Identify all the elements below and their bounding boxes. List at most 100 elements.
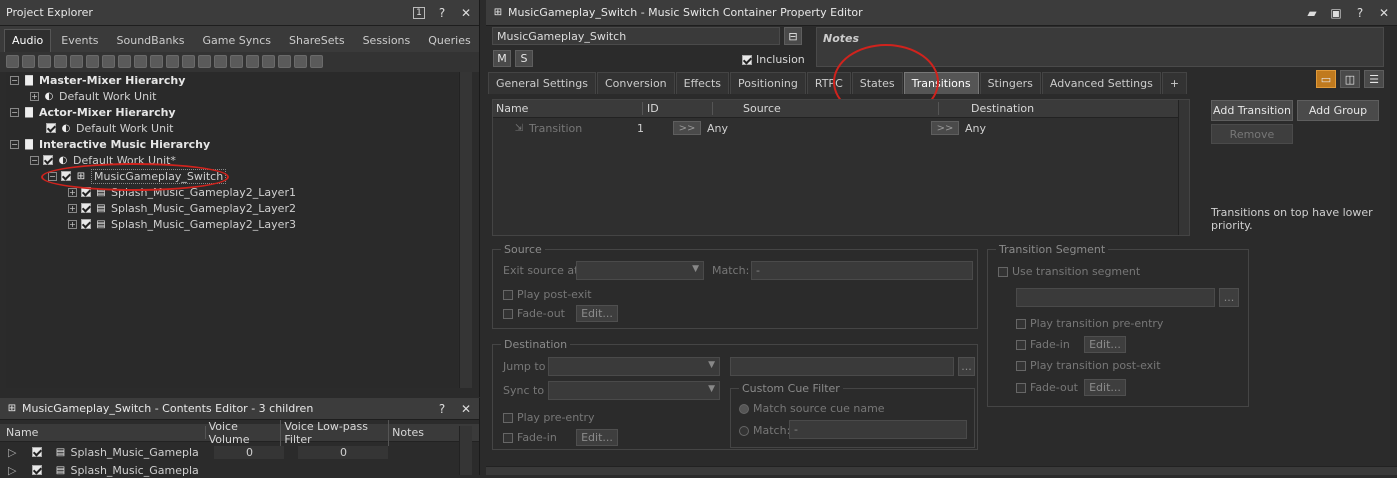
segment-fade-out-option[interactable]: Fade-out bbox=[1016, 381, 1078, 394]
expand-icon[interactable]: ▷ bbox=[8, 446, 16, 459]
segment-fade-in-edit-button[interactable]: Edit... bbox=[1084, 336, 1126, 353]
play-transition-pre-entry-option[interactable]: Play transition pre-entry bbox=[1016, 317, 1163, 330]
collapse-icon[interactable]: − bbox=[10, 107, 19, 117]
explorer-scrollbar[interactable] bbox=[459, 72, 472, 388]
source-match-field[interactable]: - bbox=[751, 261, 973, 280]
destination-fade-edit-button[interactable]: Edit... bbox=[576, 429, 618, 446]
toolbar-button[interactable] bbox=[70, 55, 83, 68]
toolbar-button[interactable] bbox=[118, 55, 131, 68]
checkbox[interactable] bbox=[503, 433, 513, 443]
checkbox[interactable] bbox=[1016, 340, 1026, 350]
tab-positioning[interactable]: Positioning bbox=[730, 72, 806, 94]
toolbar-button[interactable] bbox=[86, 55, 99, 68]
add-group-button[interactable]: Add Group bbox=[1297, 100, 1379, 121]
close-icon[interactable]: ✕ bbox=[1377, 6, 1391, 20]
toolbar-button[interactable] bbox=[38, 55, 51, 68]
destination-fade-in-option[interactable]: Fade-in bbox=[503, 431, 557, 444]
object-name-field[interactable]: MusicGameplay_Switch bbox=[492, 27, 780, 45]
table-row[interactable]: ▷ ▤ Splash_Music_Gameplay... bbox=[0, 462, 479, 478]
tab-effects[interactable]: Effects bbox=[675, 72, 730, 94]
toolbar-button[interactable] bbox=[166, 55, 179, 68]
sync-to-dropdown[interactable]: ▼ bbox=[548, 381, 720, 400]
help-icon[interactable]: ? bbox=[435, 6, 449, 20]
contents-scrollbar[interactable] bbox=[459, 426, 472, 475]
destination-picker-button[interactable]: >> bbox=[931, 121, 959, 135]
transitions-scrollbar[interactable] bbox=[1178, 100, 1189, 235]
source-fade-out-option[interactable]: Fade-out bbox=[503, 307, 565, 320]
toolbar-button[interactable] bbox=[214, 55, 227, 68]
layout-rows-icon[interactable]: ☰ bbox=[1364, 70, 1384, 88]
play-post-exit-option[interactable]: Play post-exit bbox=[503, 288, 592, 301]
tab-conversion[interactable]: Conversion bbox=[596, 72, 675, 94]
add-tab-button[interactable]: + bbox=[1161, 72, 1188, 94]
toolbar-button[interactable] bbox=[134, 55, 147, 68]
tab-sharesets[interactable]: ShareSets bbox=[281, 29, 353, 52]
tab-stingers[interactable]: Stingers bbox=[979, 72, 1041, 94]
match-cue-option[interactable]: Match: bbox=[739, 424, 790, 437]
checkbox[interactable] bbox=[1016, 319, 1026, 329]
checkbox[interactable] bbox=[1016, 383, 1026, 393]
toolbar-button[interactable] bbox=[246, 55, 259, 68]
expand-icon[interactable]: + bbox=[68, 219, 77, 229]
mute-button[interactable]: M bbox=[493, 50, 511, 67]
tab-events[interactable]: Events bbox=[53, 29, 106, 52]
close-icon[interactable]: ✕ bbox=[459, 6, 473, 20]
radio[interactable] bbox=[739, 425, 749, 436]
inclusion-checkbox[interactable] bbox=[742, 54, 752, 65]
tree-item-layer3[interactable]: + ▤ Splash_Music_Gameplay2_Layer3 bbox=[6, 216, 458, 232]
include-checkbox[interactable] bbox=[46, 123, 56, 133]
jump-browse-button[interactable]: ... bbox=[958, 357, 975, 376]
include-checkbox[interactable] bbox=[32, 447, 43, 457]
tab-queries[interactable]: Queries bbox=[420, 29, 478, 52]
checkbox[interactable] bbox=[503, 290, 513, 300]
segment-browse-button[interactable]: ... bbox=[1219, 288, 1239, 307]
tab-game-syncs[interactable]: Game Syncs bbox=[195, 29, 280, 52]
link-button[interactable]: ⊟ bbox=[784, 27, 802, 45]
toolbar-button[interactable] bbox=[182, 55, 195, 68]
tab-sessions[interactable]: Sessions bbox=[355, 29, 419, 52]
toolbar-button[interactable] bbox=[230, 55, 243, 68]
cue-match-field[interactable]: - bbox=[789, 420, 967, 439]
segment-fade-out-edit-button[interactable]: Edit... bbox=[1084, 379, 1126, 396]
tree-item-master-wu[interactable]: + ◐ Default Work Unit bbox=[6, 88, 458, 104]
tree-item-actor[interactable]: − ▇ Actor-Mixer Hierarchy bbox=[6, 104, 458, 120]
expand-icon[interactable]: + bbox=[68, 187, 77, 197]
tree-item-interactive[interactable]: − ▇ Interactive Music Hierarchy bbox=[6, 136, 458, 152]
folder-icon[interactable]: ▰ bbox=[1305, 6, 1319, 20]
jump-to-cue-field[interactable] bbox=[730, 357, 954, 376]
include-checkbox[interactable] bbox=[32, 465, 43, 475]
jump-to-dropdown[interactable]: ▼ bbox=[548, 357, 720, 376]
help-icon[interactable]: ? bbox=[435, 402, 449, 416]
toolbar-button[interactable] bbox=[198, 55, 211, 68]
layout-columns-icon[interactable]: ◫ bbox=[1340, 70, 1360, 88]
toolbar-button[interactable] bbox=[294, 55, 307, 68]
toolbar-button[interactable] bbox=[22, 55, 35, 68]
expand-icon[interactable]: + bbox=[68, 203, 77, 213]
collapse-icon[interactable]: − bbox=[30, 155, 39, 165]
remove-button[interactable]: Remove bbox=[1211, 124, 1293, 144]
play-transition-post-exit-option[interactable]: Play transition post-exit bbox=[1016, 359, 1161, 372]
toolbar-button[interactable] bbox=[102, 55, 115, 68]
segment-field[interactable] bbox=[1016, 288, 1215, 307]
toolbar-button[interactable] bbox=[6, 55, 19, 68]
toolbar-button[interactable] bbox=[310, 55, 323, 68]
use-transition-segment-option[interactable]: Use transition segment bbox=[998, 265, 1140, 278]
transition-row[interactable]: ⇲ Transition 1 >> Any >> Any bbox=[493, 118, 1189, 138]
close-icon[interactable]: ✕ bbox=[459, 402, 473, 416]
checkbox[interactable] bbox=[998, 267, 1008, 277]
source-picker-button[interactable]: >> bbox=[673, 121, 701, 135]
add-transition-button[interactable]: Add Transition bbox=[1211, 100, 1293, 121]
checkbox[interactable] bbox=[503, 309, 513, 319]
radio[interactable] bbox=[739, 403, 749, 414]
toolbar-button[interactable] bbox=[262, 55, 275, 68]
tree-item-layer2[interactable]: + ▤ Splash_Music_Gameplay2_Layer2 bbox=[6, 200, 458, 216]
save-icon[interactable]: ▣ bbox=[1329, 6, 1343, 20]
toolbar-button[interactable] bbox=[150, 55, 163, 68]
play-pre-entry-option[interactable]: Play pre-entry bbox=[503, 411, 595, 424]
segment-fade-in-option[interactable]: Fade-in bbox=[1016, 338, 1070, 351]
pin-icon[interactable]: 1 bbox=[413, 6, 425, 19]
expand-icon[interactable]: + bbox=[30, 91, 39, 101]
exit-source-dropdown[interactable]: ▼ bbox=[576, 261, 704, 280]
include-checkbox[interactable] bbox=[81, 219, 91, 229]
checkbox[interactable] bbox=[503, 413, 513, 423]
